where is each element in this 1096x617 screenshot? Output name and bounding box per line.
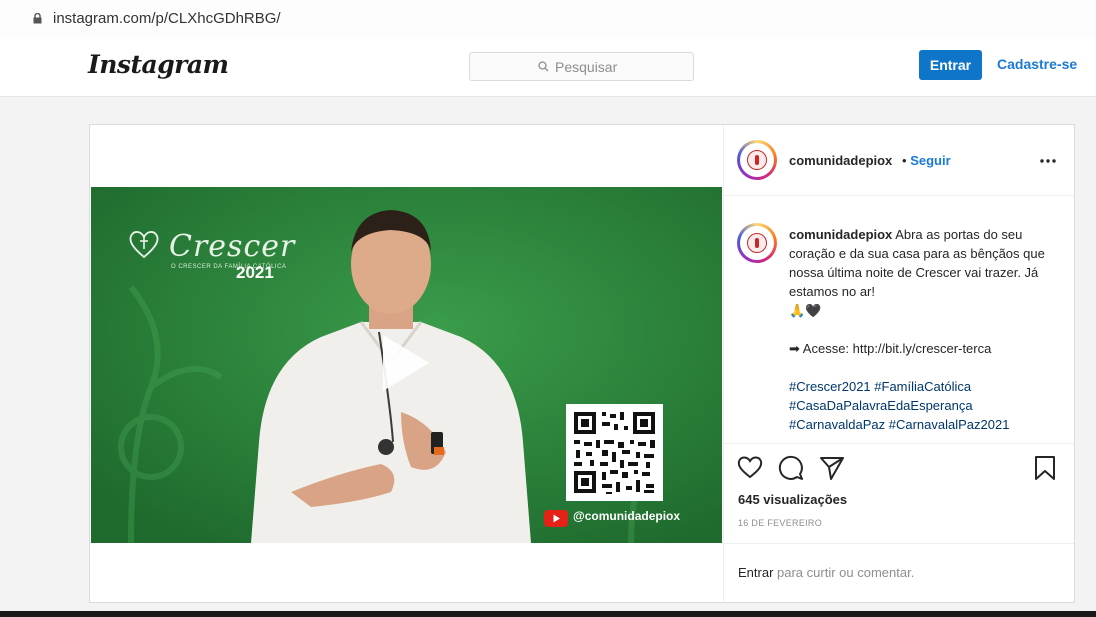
video-player[interactable]: Crescer O CRESCER DA FAMÍLIA CATÓLICA 20… — [91, 187, 722, 543]
divider — [724, 543, 1074, 544]
login-link[interactable]: Entrar — [738, 565, 773, 580]
search-icon — [538, 61, 549, 72]
post-card: Crescer O CRESCER DA FAMÍLIA CATÓLICA 20… — [89, 124, 1075, 603]
login-button[interactable]: Entrar — [919, 50, 982, 80]
follow-button[interactable]: • Seguir — [902, 153, 951, 168]
hashtag[interactable]: #Crescer2021 — [789, 379, 871, 394]
follow-label: Seguir — [910, 153, 951, 168]
caption-emoji: 🙏🖤 — [789, 303, 822, 318]
crescer-heart-icon — [129, 231, 159, 259]
play-icon[interactable] — [379, 332, 433, 394]
hashtag[interactable]: #CarnavaldaPaz — [789, 417, 885, 432]
screen-bottom-edge — [0, 611, 1096, 617]
browser-url-bar[interactable]: instagram.com/p/CLXhcGDhRBG/ — [0, 0, 1096, 38]
post-username[interactable]: comunidadepiox — [789, 153, 892, 168]
hashtag[interactable]: #FamíliaCatólica — [874, 379, 971, 394]
instagram-logo[interactable]: Instagram — [88, 50, 229, 79]
caption-username[interactable]: comunidadepiox — [789, 227, 892, 242]
heart-icon[interactable] — [737, 455, 763, 479]
qr-code — [566, 404, 663, 501]
login-prompt-text: para curtir ou comentar. — [773, 565, 915, 580]
share-icon[interactable] — [819, 455, 845, 481]
more-options-icon[interactable] — [1040, 159, 1056, 163]
save-icon[interactable] — [1034, 455, 1056, 481]
post-header: comunidadepiox • Seguir — [724, 125, 1074, 196]
divider — [724, 443, 1074, 444]
caption-avatar[interactable] — [737, 223, 777, 263]
comment-icon[interactable] — [778, 455, 804, 481]
lock-icon — [33, 13, 42, 24]
hashtag[interactable]: #CasaDaPalavraEdaEsperança — [789, 398, 973, 413]
video-channel-handle: @comunidadepiox — [573, 509, 681, 523]
hashtag[interactable]: #CarnavalalPaz2021 — [889, 417, 1010, 432]
view-count[interactable]: 645 visualizações — [738, 492, 847, 507]
youtube-icon — [544, 510, 568, 527]
login-prompt: Entrar para curtir ou comentar. — [738, 565, 914, 580]
search-placeholder: Pesquisar — [555, 59, 618, 75]
follow-separator: • — [902, 153, 907, 168]
media-area: Crescer O CRESCER DA FAMÍLIA CATÓLICA 20… — [90, 125, 724, 602]
caption-link-line[interactable]: ➡ Acesse: http://bit.ly/crescer-terca — [789, 341, 991, 356]
url-text[interactable]: instagram.com/p/CLXhcGDhRBG/ — [53, 10, 281, 27]
post-sidebar: comunidadepiox • Seguir comunidadepiox A… — [724, 125, 1074, 602]
post-date[interactable]: 16 DE FEVEREIRO — [738, 518, 822, 528]
post-caption: comunidadepiox Abra as portas do seu cor… — [789, 225, 1059, 434]
avatar[interactable] — [737, 140, 777, 180]
signup-link[interactable]: Cadastre-se — [997, 56, 1077, 72]
